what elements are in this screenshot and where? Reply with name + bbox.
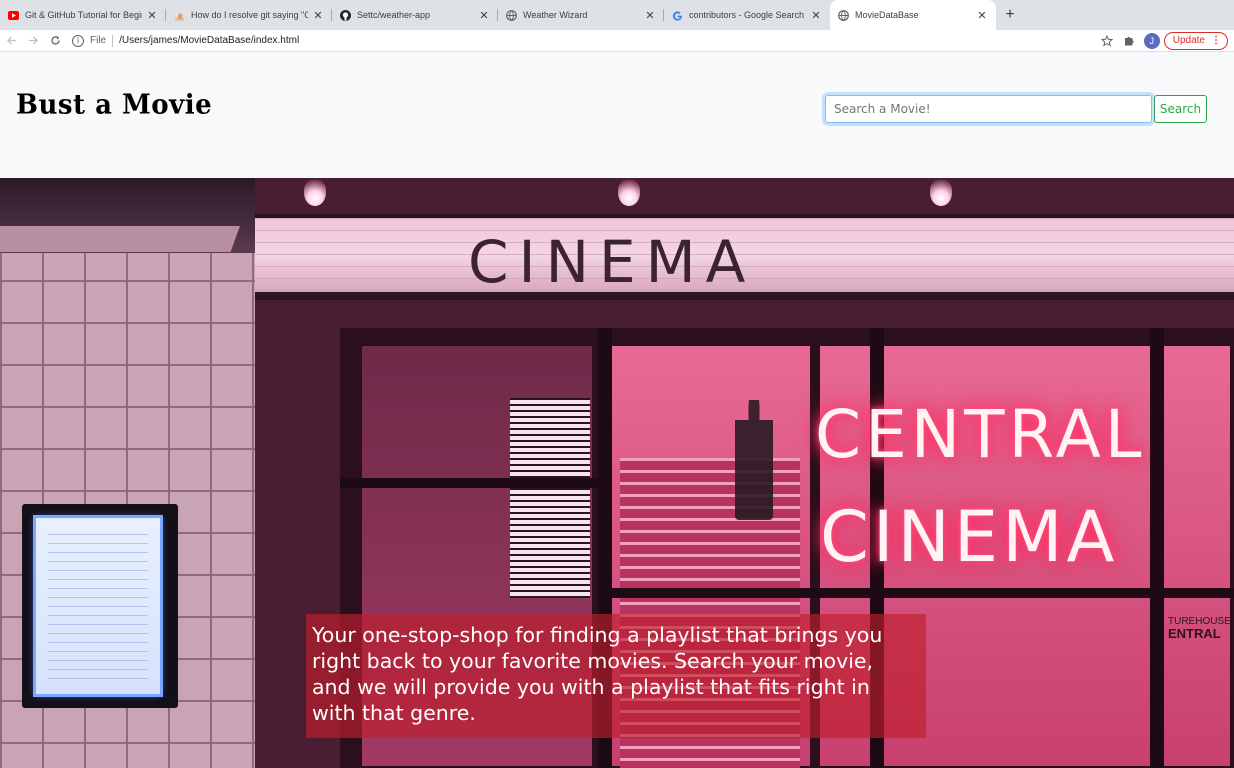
close-tab-icon[interactable]: ✕: [810, 9, 822, 22]
web-page: Bust a Movie Search CINEMA: [0, 52, 1234, 768]
site-brand[interactable]: Bust a Movie: [16, 89, 212, 121]
address-divider: [112, 34, 114, 47]
bookmark-star-icon[interactable]: [1096, 31, 1118, 51]
poster-text-lines: [48, 534, 148, 684]
tab-title: MovieDataBase: [855, 10, 919, 20]
tab-strip: Git & GitHub Tutorial for Beginn ✕ How d…: [0, 0, 1234, 30]
address-scheme: File: [90, 35, 107, 46]
back-arrow-icon[interactable]: [0, 31, 22, 51]
neon-central-text: CENTRAL: [815, 396, 1146, 473]
close-tab-icon[interactable]: ✕: [976, 9, 988, 22]
ceiling-lamp: [618, 180, 640, 206]
tab-title: How do I resolve git saying "Co: [191, 10, 308, 20]
site-header: Bust a Movie Search: [0, 52, 1234, 178]
address-bar[interactable]: i File /Users/james/MovieDataBase/index.…: [72, 31, 1096, 51]
tab-moviedatabase[interactable]: MovieDataBase ✕: [830, 0, 996, 30]
movie-search-input[interactable]: [825, 95, 1152, 123]
tab-title: contributors - Google Search: [689, 10, 805, 20]
update-button[interactable]: Update ⋮: [1163, 31, 1228, 50]
ceiling-lip-image: [0, 226, 240, 252]
ceiling-lamp: [304, 180, 326, 206]
tab-title: Git & GitHub Tutorial for Beginn: [25, 10, 142, 20]
marquee-cinema-text: CINEMA: [468, 228, 756, 296]
tab-title: Weather Wizard: [523, 10, 588, 20]
lit-poster-frame: [22, 504, 178, 708]
hero-tagline: Your one-stop-shop for finding a playlis…: [306, 614, 926, 738]
github-icon: [340, 9, 351, 21]
extensions-puzzle-icon[interactable]: [1118, 31, 1140, 51]
reload-icon[interactable]: [44, 31, 66, 51]
profile-avatar[interactable]: J: [1143, 32, 1160, 49]
tab-git-resolve[interactable]: How do I resolve git saying "Co ✕: [166, 0, 332, 30]
address-path: /Users/james/MovieDataBase/index.html: [119, 35, 300, 46]
neon-cinema-text: CINEMA: [820, 496, 1119, 578]
person-on-stairs: [735, 400, 773, 520]
info-icon[interactable]: i: [72, 34, 84, 47]
youtube-icon: [8, 10, 19, 21]
storefront-sign: TUREHOUSE ENTRAL: [1168, 616, 1231, 642]
toolbar-actions: J Update ⋮: [1096, 31, 1228, 51]
forward-arrow-icon[interactable]: [22, 31, 44, 51]
tab-weather-app-repo[interactable]: Settc/weather-app ✕: [332, 0, 498, 30]
storefront-sign-big: ENTRAL: [1168, 626, 1221, 641]
close-tab-icon[interactable]: ✕: [644, 9, 656, 22]
browser-toolbar: i File /Users/james/MovieDataBase/index.…: [0, 30, 1234, 52]
new-tab-button[interactable]: +: [996, 0, 1024, 30]
globe-icon: [506, 9, 517, 21]
tab-weather-wizard[interactable]: Weather Wizard ✕: [498, 0, 664, 30]
search-button[interactable]: Search: [1154, 95, 1207, 123]
google-icon: [672, 10, 683, 21]
tab-title: Settc/weather-app: [357, 10, 431, 20]
close-tab-icon[interactable]: ✕: [478, 9, 490, 22]
window-mullion: [1150, 328, 1164, 768]
ceiling-lamp: [930, 180, 952, 206]
globe-icon: [838, 9, 849, 21]
search-form: Search: [825, 95, 1207, 123]
tab-git-github-tutorial[interactable]: Git & GitHub Tutorial for Beginn ✕: [0, 0, 166, 30]
tab-google-search[interactable]: contributors - Google Search ✕: [664, 0, 830, 30]
window-mullion: [612, 588, 1234, 598]
stackoverflow-icon: [174, 10, 185, 21]
window-blinds: [510, 398, 590, 598]
more-vert-icon: ⋮: [1211, 35, 1221, 46]
close-tab-icon[interactable]: ✕: [312, 9, 324, 22]
close-tab-icon[interactable]: ✕: [146, 9, 158, 22]
hero-banner: CINEMA CENTRAL CINEMA TUREHOUSE ENTRAL Y…: [0, 178, 1234, 768]
window-mullion: [340, 478, 610, 488]
update-label: Update: [1172, 35, 1205, 46]
